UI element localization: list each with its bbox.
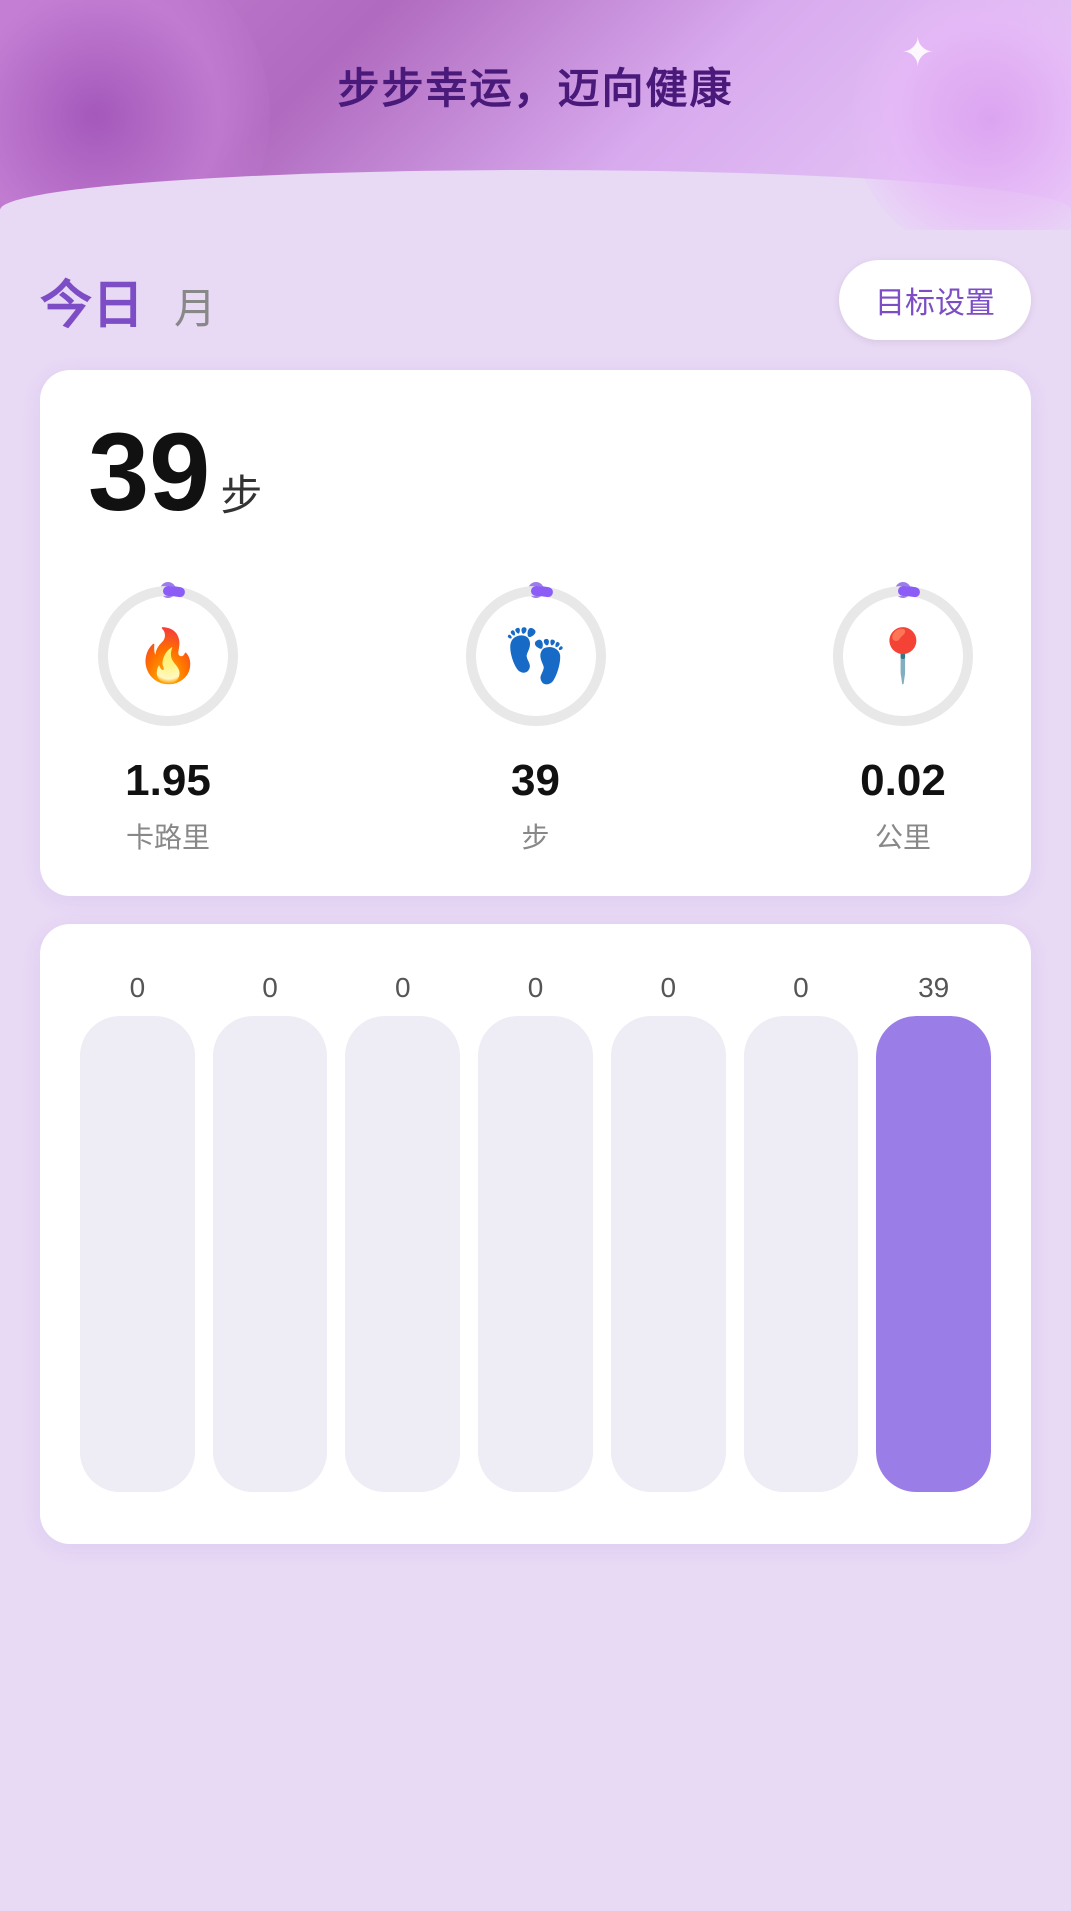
bar-col-5: 0 [744, 972, 859, 1492]
bar-value-0: 0 [130, 972, 146, 1004]
bar-col-0: 0 [80, 972, 195, 1492]
calories-icon: 🔥 [136, 626, 201, 687]
bar-track-6 [876, 1016, 991, 1492]
bar-track-1 [213, 1016, 328, 1492]
bar-value-1: 0 [262, 972, 278, 1004]
bar-col-1: 0 [213, 972, 328, 1492]
tab-today[interactable]: 今日 [40, 263, 144, 338]
bar-value-2: 0 [395, 972, 411, 1004]
bar-col-2: 0 [345, 972, 460, 1492]
bar-value-4: 0 [660, 972, 676, 1004]
hero-section: ✦ 步步幸运，迈向健康 [0, 0, 1071, 230]
bar-value-5: 0 [793, 972, 809, 1004]
stats-card: 39 步 🔥 1.95 卡路里 [40, 370, 1031, 896]
bar-value-3: 0 [528, 972, 544, 1004]
tab-month[interactable]: 月 [174, 275, 216, 336]
distance-ring: 📍 [823, 576, 983, 736]
steps-ring: 👣 [456, 576, 616, 736]
steps-icon: 👣 [503, 626, 568, 687]
distance-value: 0.02 [860, 756, 946, 806]
calories-value: 1.95 [125, 756, 211, 806]
calories-label: 卡路里 [126, 816, 210, 856]
chart-card: 0 0 0 0 0 0 39 [40, 924, 1031, 1544]
goal-setting-button[interactable]: 目标设置 [839, 260, 1031, 340]
bar-col-4: 0 [611, 972, 726, 1492]
metrics-row: 🔥 1.95 卡路里 👣 39 步 [88, 576, 983, 856]
bar-track-4 [611, 1016, 726, 1492]
tab-row: 今日 月 目标设置 [40, 260, 1031, 340]
bar-col-6: 39 [876, 972, 991, 1492]
bar-track-0 [80, 1016, 195, 1492]
steps-number: 39 [88, 418, 210, 528]
hero-title: 步步幸运，迈向健康 [337, 55, 733, 116]
steps-display: 39 步 [88, 418, 983, 528]
bar-fill-6 [876, 1016, 991, 1492]
calories-ring: 🔥 [88, 576, 248, 736]
bar-track-2 [345, 1016, 460, 1492]
bar-chart: 0 0 0 0 0 0 39 [80, 972, 991, 1492]
tab-group: 今日 月 [40, 263, 216, 338]
bar-col-3: 0 [478, 972, 593, 1492]
metric-steps: 👣 39 步 [456, 576, 616, 856]
sparkle-icon: ✦ [901, 30, 951, 80]
steps-unit: 步 [220, 462, 262, 523]
bar-track-3 [478, 1016, 593, 1492]
steps-metric-label: 步 [521, 816, 549, 856]
bar-track-5 [744, 1016, 859, 1492]
main-content: 今日 月 目标设置 39 步 🔥 1.95 [0, 230, 1071, 1584]
distance-label: 公里 [875, 816, 931, 856]
metric-calories: 🔥 1.95 卡路里 [88, 576, 248, 856]
distance-icon: 📍 [871, 626, 936, 687]
steps-metric-value: 39 [511, 756, 560, 806]
bar-value-6: 39 [918, 972, 949, 1004]
metric-distance: 📍 0.02 公里 [823, 576, 983, 856]
